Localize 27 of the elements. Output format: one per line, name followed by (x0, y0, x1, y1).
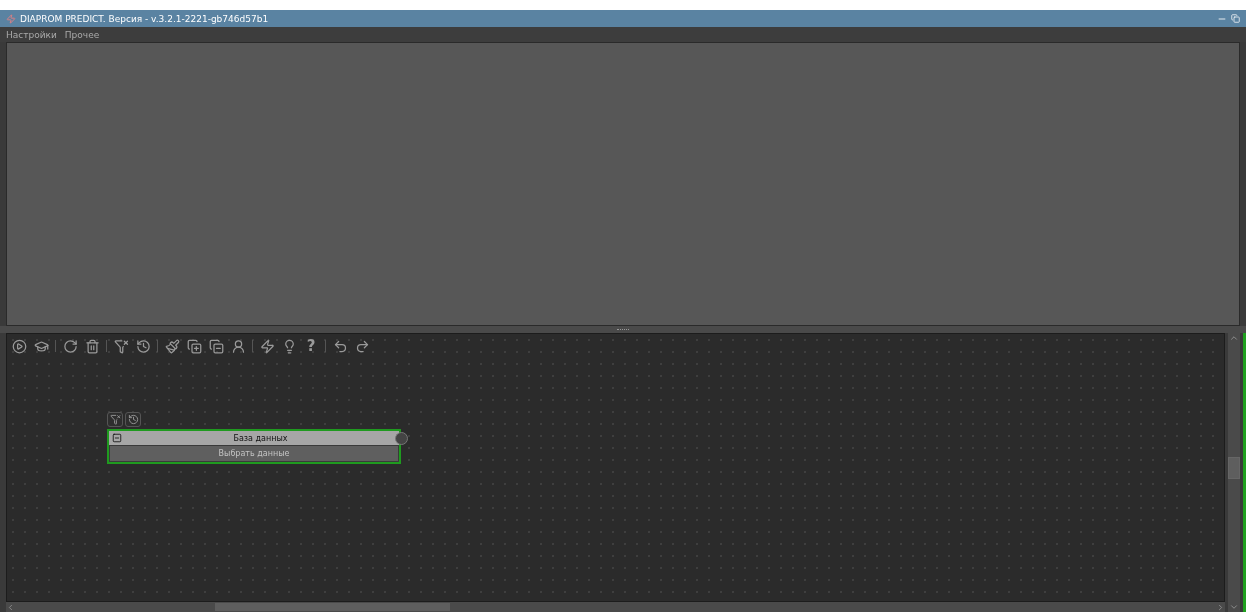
scroll-thumb[interactable] (1228, 457, 1240, 479)
redo-icon[interactable] (354, 338, 370, 354)
menu-item[interactable]: Настройки (6, 29, 57, 40)
node-title: База данных (232, 433, 289, 443)
filter-button[interactable] (107, 412, 123, 427)
cap-icon[interactable] (33, 338, 49, 354)
app-icon (6, 13, 16, 24)
history-button[interactable] (125, 412, 141, 427)
copy-minus-icon[interactable] (208, 338, 224, 354)
vertical-scrollbar[interactable] (1228, 333, 1240, 612)
filter-icon[interactable] (113, 338, 129, 354)
history-icon[interactable] (135, 338, 151, 354)
refresh-icon[interactable] (62, 338, 78, 354)
trash-icon[interactable] (84, 338, 100, 354)
person-icon[interactable] (230, 338, 246, 354)
brush-icon[interactable] (164, 338, 180, 354)
node[interactable]: База данных Выбрать данные (107, 429, 401, 464)
horizontal-scrollbar[interactable] (6, 602, 1225, 612)
play-icon[interactable] (11, 338, 27, 354)
select-data-button[interactable]: Выбрать данные (109, 445, 399, 462)
scroll-thumb[interactable] (215, 603, 450, 611)
menu-item[interactable]: Прочее (64, 29, 100, 40)
collapse-icon[interactable] (112, 433, 122, 443)
help-button[interactable]: ? (303, 338, 319, 354)
copy-plus-icon[interactable] (186, 338, 202, 354)
undo-icon[interactable] (332, 338, 348, 354)
window-title: DIAPROM PREDICT. Версия - v.3.2.1-2221-gb746d57b1 (20, 13, 270, 24)
